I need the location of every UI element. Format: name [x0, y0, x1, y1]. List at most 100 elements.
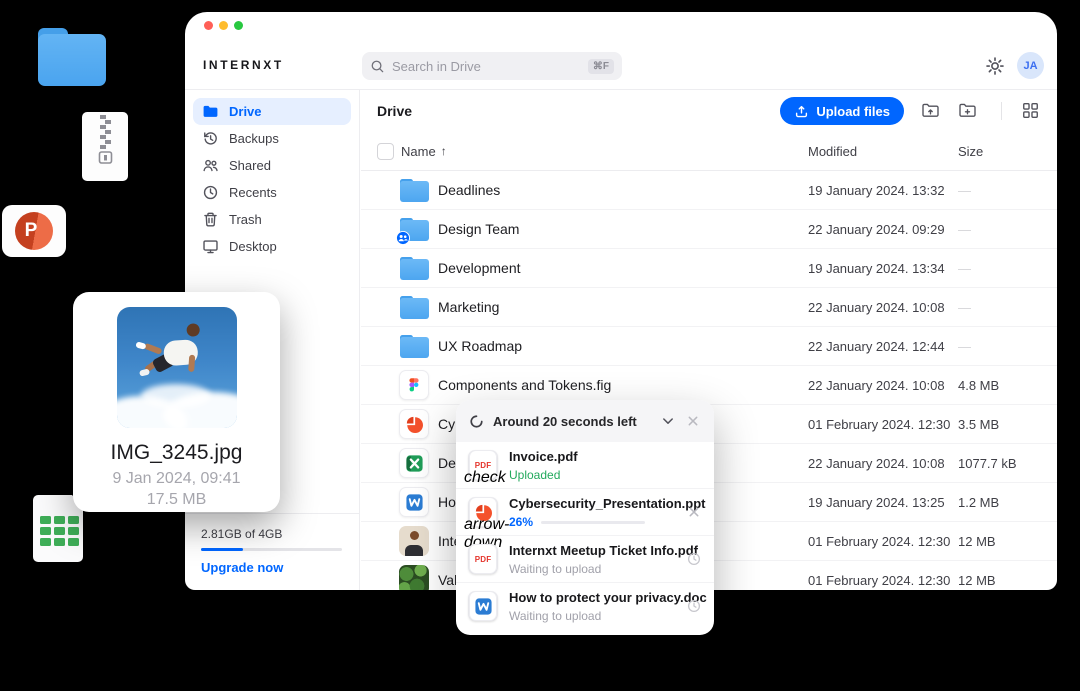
image-preview-card[interactable]: IMG_3245.jpg 9 Jan 2024, 09:41 17.5 MB — [73, 292, 280, 512]
gear-icon — [985, 56, 1005, 76]
image-size: 17.5 MB — [73, 491, 280, 509]
desktop-zip-file-icon[interactable] — [82, 112, 128, 181]
folder-plus-icon — [958, 101, 977, 120]
upload-item-name: Internxt Meetup Ticket Info.pdf — [509, 543, 698, 558]
close-window-button[interactable] — [204, 21, 213, 30]
storage-progress-bar — [201, 548, 342, 551]
column-header-modified[interactable]: Modified — [808, 144, 958, 159]
upload-item: PDFcheck Invoice.pdf Uploaded — [456, 442, 714, 488]
search-shortcut-badge: ⌘F — [588, 59, 614, 74]
column-header-name[interactable]: Name — [401, 144, 436, 159]
storage-panel: 2.81GB of 4GB Upgrade now — [185, 513, 359, 590]
file-size: 3.5 MB — [958, 417, 1041, 432]
upload-folder-button[interactable] — [921, 101, 941, 121]
upload-item-list: PDFcheck Invoice.pdf Uploaded arrow-down… — [456, 442, 714, 629]
table-row[interactable]: Development 19 January 2024. 13:34 — — [361, 249, 1057, 288]
select-all-checkbox[interactable] — [377, 143, 394, 160]
sidebar-item-label: Backups — [229, 131, 279, 146]
close-popup-button[interactable] — [685, 413, 701, 429]
upload-item-name: Cybersecurity_Presentation.ppt — [509, 496, 706, 511]
collapse-popup-button[interactable] — [660, 413, 676, 429]
sidebar-item-label: Desktop — [229, 239, 277, 254]
desktop-folder-icon[interactable] — [38, 28, 106, 86]
settings-button[interactable] — [985, 56, 1005, 76]
traffic-lights — [204, 21, 243, 30]
zoom-window-button[interactable] — [234, 21, 243, 30]
cancel-upload-button[interactable] — [686, 504, 702, 520]
sidebar-item-label: Recents — [229, 185, 277, 200]
folder-icon — [399, 253, 429, 283]
sidebar-item-shared[interactable]: Shared — [193, 152, 351, 179]
file-modified-date: 19 January 2024. 13:34 — [808, 261, 958, 276]
breadcrumb: Drive — [377, 103, 769, 119]
ppt-icon — [399, 409, 429, 439]
sidebar-item-drive[interactable]: Drive — [193, 98, 351, 125]
file-size: 4.8 MB — [958, 378, 1041, 393]
file-modified-date: 22 January 2024. 09:29 — [808, 222, 958, 237]
upload-popup-header: Around 20 seconds left — [456, 400, 714, 442]
desktop-icon — [202, 238, 219, 255]
sidebar-item-backups[interactable]: Backups — [193, 125, 351, 152]
table-row[interactable]: UX Roadmap 22 January 2024. 12:44 — — [361, 327, 1057, 366]
backups-icon — [202, 130, 219, 147]
table-row[interactable]: Design Team 22 January 2024. 09:29 — — [361, 210, 1057, 249]
upload-progress-bar — [541, 521, 645, 524]
sidebar-item-label: Drive — [229, 104, 262, 119]
file-size: — — [958, 261, 1041, 276]
folder-shared-icon — [399, 214, 429, 244]
sidebar-item-label: Shared — [229, 158, 271, 173]
file-modified-date: 22 January 2024. 10:08 — [808, 378, 958, 393]
storage-progress-fill — [201, 548, 243, 551]
upgrade-now-link[interactable]: Upgrade now — [201, 560, 343, 575]
search-input[interactable]: Search in Drive ⌘F — [362, 52, 622, 80]
zipper-icon — [83, 112, 127, 176]
column-header-size[interactable]: Size — [958, 144, 1041, 159]
upload-item: How to protect your privacy.doc Waiting … — [456, 582, 714, 629]
grid-view-button[interactable] — [1021, 101, 1041, 121]
word-icon — [468, 591, 498, 621]
file-size: 12 MB — [958, 573, 1041, 588]
file-modified-date: 01 February 2024. 12:30 — [808, 534, 958, 549]
falling-person-photo — [136, 318, 220, 399]
upload-files-button[interactable]: Upload files — [780, 97, 904, 125]
file-name: Marketing — [438, 299, 808, 315]
pdf-icon: PDF — [468, 544, 498, 574]
account-avatar[interactable]: JA — [1017, 52, 1044, 79]
file-size: — — [958, 222, 1041, 237]
file-size: 1.2 MB — [958, 495, 1041, 510]
upload-item-name: How to protect your privacy.doc — [509, 590, 707, 605]
file-name: Development — [438, 260, 808, 276]
internxt-logo: INTERNXT — [203, 58, 284, 72]
waiting-clock-icon — [686, 551, 702, 567]
folder-upload-icon — [921, 101, 940, 120]
sidebar-item-recents[interactable]: Recents — [193, 179, 351, 206]
waiting-clock-icon — [686, 598, 702, 614]
toolbar-divider — [1001, 102, 1002, 120]
upload-time-remaining: Around 20 seconds left — [493, 414, 651, 429]
sidebar-nav: Drive Backups Shared Recents Trash Deskt… — [185, 90, 359, 268]
file-size: — — [958, 339, 1041, 354]
file-size: — — [958, 300, 1041, 315]
create-folder-button[interactable] — [958, 101, 978, 121]
file-name: Deadlines — [438, 182, 808, 198]
sidebar-item-trash[interactable]: Trash — [193, 206, 351, 233]
desktop-powerpoint-icon[interactable]: P — [2, 205, 66, 257]
table-header: Name ↑ Modified Size — [361, 132, 1057, 171]
file-modified-date: 19 January 2024. 13:32 — [808, 183, 958, 198]
sidebar-item-desktop[interactable]: Desktop — [193, 233, 351, 260]
table-row[interactable]: Components and Tokens.fig 22 January 202… — [361, 366, 1057, 405]
table-row[interactable]: Marketing 22 January 2024. 10:08 — — [361, 288, 1057, 327]
ppt-icon: arrow-down — [468, 497, 498, 527]
check-badge-icon: check — [464, 469, 479, 484]
upload-icon — [794, 104, 809, 119]
file-modified-date: 01 February 2024. 12:30 — [808, 417, 958, 432]
minimize-window-button[interactable] — [219, 21, 228, 30]
photo-green-icon — [399, 565, 429, 590]
table-row[interactable]: Deadlines 19 January 2024. 13:32 — — [361, 171, 1057, 210]
close-icon — [685, 413, 701, 429]
file-name: UX Roadmap — [438, 338, 808, 354]
sort-ascending-icon[interactable]: ↑ — [441, 144, 447, 158]
file-modified-date: 01 February 2024. 12:30 — [808, 573, 958, 588]
upload-item-status: Waiting to upload — [509, 562, 601, 576]
photo-thumbnail — [117, 307, 237, 428]
